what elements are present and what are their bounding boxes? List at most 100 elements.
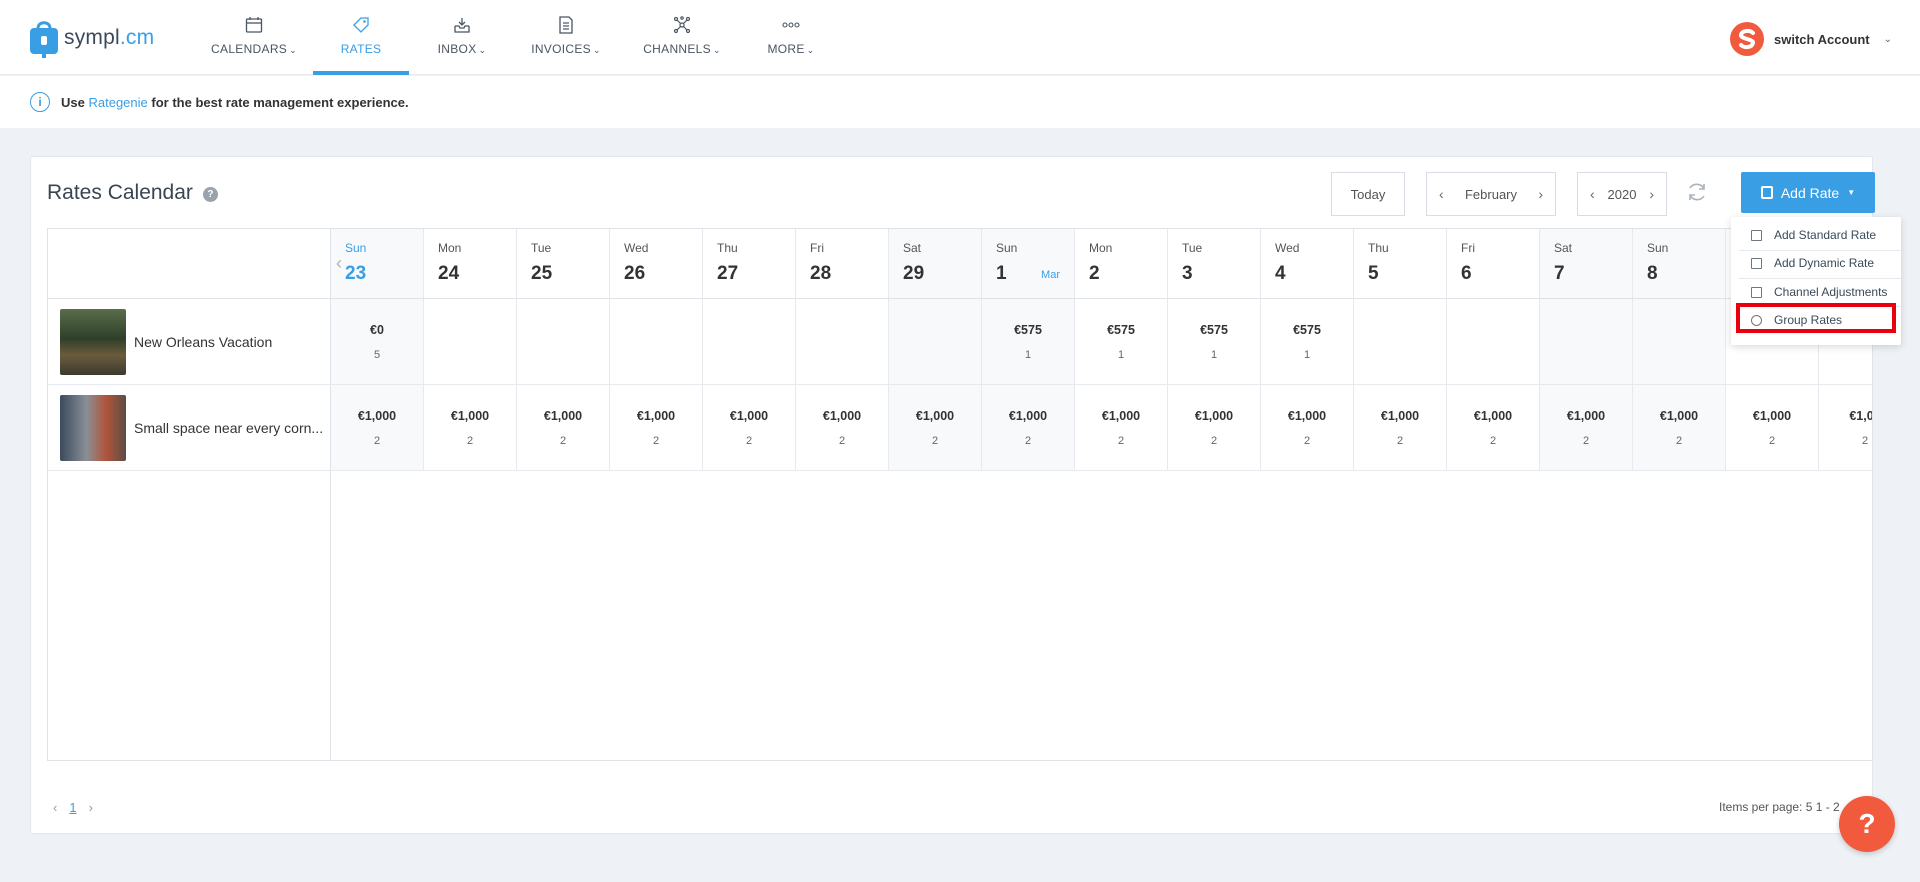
rate-cell[interactable]: €0 5 bbox=[331, 299, 424, 385]
rate-cell[interactable]: €1,000 2 bbox=[1726, 385, 1819, 471]
day-header[interactable]: Tue 3 bbox=[1168, 229, 1261, 299]
page-title: Rates Calendar ? bbox=[47, 181, 218, 205]
weekday-label: Mon bbox=[1089, 241, 1113, 255]
add-standard-rate-item[interactable]: Add Standard Rate bbox=[1731, 221, 1901, 249]
nav-calendars[interactable]: CALENDARS ⌄ bbox=[211, 0, 297, 75]
weekday-label: Sun bbox=[996, 241, 1018, 255]
day-number: 26 bbox=[624, 263, 646, 284]
page-number[interactable]: 1 bbox=[69, 800, 76, 815]
day-header[interactable]: Sat 7 bbox=[1540, 229, 1633, 299]
refresh-icon[interactable] bbox=[1686, 181, 1710, 205]
rate-cell[interactable] bbox=[1633, 299, 1726, 385]
rate-cell[interactable]: €575 1 bbox=[1075, 299, 1168, 385]
day-header[interactable]: Mon 24 bbox=[424, 229, 517, 299]
rate-cell[interactable] bbox=[889, 299, 982, 385]
rate-cell[interactable]: €575 1 bbox=[982, 299, 1075, 385]
rate-price: €1,000 bbox=[729, 409, 769, 423]
rate-cell[interactable]: €1,000 2 bbox=[1633, 385, 1726, 471]
help-fab-button[interactable]: ? bbox=[1839, 796, 1895, 852]
add-rate-button[interactable]: Add Rate ▼ bbox=[1741, 172, 1875, 213]
adjustments-icon bbox=[1751, 286, 1762, 298]
day-header[interactable]: Wed 26 bbox=[610, 229, 703, 299]
day-header[interactable]: Sat 29 bbox=[889, 229, 982, 299]
rate-cell[interactable] bbox=[1447, 299, 1540, 385]
empty-column-area bbox=[982, 471, 1075, 760]
day-header[interactable]: Mon 2 bbox=[1075, 229, 1168, 299]
prev-year-chevron-icon[interactable]: ‹ bbox=[1590, 186, 1595, 202]
rate-cell[interactable]: €1,000 2 bbox=[796, 385, 889, 471]
brand-logo[interactable]: sympl.cm bbox=[30, 16, 154, 60]
rate-cell[interactable] bbox=[424, 299, 517, 385]
next-month-chevron-icon[interactable]: › bbox=[1538, 186, 1543, 202]
nav-invoices[interactable]: INVOICES ⌄ bbox=[531, 0, 601, 75]
rate-cell[interactable]: €1,000 2 bbox=[703, 385, 796, 471]
rate-cell[interactable] bbox=[1354, 299, 1447, 385]
day-header[interactable]: Fri 28 bbox=[796, 229, 889, 299]
weekday-label: Wed bbox=[624, 241, 649, 255]
rate-cell[interactable] bbox=[703, 299, 796, 385]
day-number: 2 bbox=[1089, 263, 1100, 284]
page-title-text: Rates Calendar bbox=[47, 181, 193, 204]
day-header[interactable]: Tue 25 bbox=[517, 229, 610, 299]
day-header[interactable]: Sun 23 bbox=[331, 229, 424, 299]
property-column: New Orleans Vacation Small space near ev… bbox=[48, 229, 331, 760]
channel-adjustments-item[interactable]: Channel Adjustments bbox=[1731, 278, 1901, 306]
rate-cell[interactable]: €1,000 2 bbox=[1540, 385, 1633, 471]
add-dynamic-rate-item[interactable]: Add Dynamic Rate bbox=[1731, 249, 1901, 277]
nav-invoices-label: INVOICES bbox=[531, 42, 591, 56]
property-row[interactable]: Small space near every corn... bbox=[48, 385, 331, 471]
rate-cell[interactable]: €1,000 2 bbox=[517, 385, 610, 471]
nav-more[interactable]: MORE ⌄ bbox=[767, 0, 815, 75]
rate-cell[interactable]: €1,000 2 bbox=[1168, 385, 1261, 471]
nav-channels[interactable]: CHANNELS ⌄ bbox=[643, 0, 721, 75]
rate-cell[interactable] bbox=[1540, 299, 1633, 385]
rate-price: €0 bbox=[370, 323, 384, 337]
day-header[interactable]: Wed 4 bbox=[1261, 229, 1354, 299]
rate-cell[interactable]: €1,000 2 bbox=[424, 385, 517, 471]
rate-cell[interactable]: €1,000 2 bbox=[610, 385, 703, 471]
day-number: 29 bbox=[903, 263, 925, 284]
rate-cell[interactable]: €1,000 2 bbox=[1261, 385, 1354, 471]
rate-cell[interactable]: €575 1 bbox=[1168, 299, 1261, 385]
rate-cell[interactable]: €1,000 2 bbox=[1075, 385, 1168, 471]
rate-cell[interactable]: €1,000 2 bbox=[331, 385, 424, 471]
empty-column-area bbox=[1075, 471, 1168, 760]
rate-availability: 1 bbox=[1024, 349, 1032, 361]
notice-suffix: for the best rate management experience. bbox=[151, 94, 409, 110]
nav-inbox[interactable]: INBOX ⌄ bbox=[438, 0, 486, 75]
rate-cell[interactable]: €1,00 2 bbox=[1819, 385, 1872, 471]
account-switcher[interactable]: switch Account ⌄ bbox=[1730, 22, 1892, 56]
prev-page-chevron-icon[interactable]: ‹ bbox=[53, 800, 57, 815]
rate-availability: 2 bbox=[1024, 435, 1032, 447]
rate-cell[interactable] bbox=[517, 299, 610, 385]
day-header[interactable]: Thu 27 bbox=[703, 229, 796, 299]
rate-cell[interactable]: €575 1 bbox=[1261, 299, 1354, 385]
day-header[interactable]: Sun 8 bbox=[1633, 229, 1726, 299]
property-row[interactable]: New Orleans Vacation bbox=[48, 299, 331, 385]
empty-column-area bbox=[1819, 471, 1872, 760]
rate-cell[interactable]: €1,000 2 bbox=[982, 385, 1075, 471]
next-page-chevron-icon[interactable]: › bbox=[89, 800, 93, 815]
day-header[interactable]: Thu 5 bbox=[1354, 229, 1447, 299]
rate-cell[interactable]: €1,000 2 bbox=[889, 385, 982, 471]
help-icon[interactable]: ? bbox=[202, 187, 218, 202]
day-number: 27 bbox=[717, 263, 739, 284]
year-selector: ‹ 2020 › bbox=[1577, 172, 1667, 216]
rategenie-link[interactable]: Rategenie bbox=[88, 95, 147, 110]
day-header[interactable]: Sun 1 Mar bbox=[982, 229, 1075, 299]
prev-days-chevron-icon[interactable]: ‹ bbox=[336, 253, 342, 274]
next-year-chevron-icon[interactable]: › bbox=[1649, 186, 1654, 202]
rate-cell[interactable]: €1,000 2 bbox=[1447, 385, 1540, 471]
rate-cell[interactable]: €1,000 2 bbox=[1354, 385, 1447, 471]
rate-availability: 1 bbox=[1303, 349, 1311, 361]
empty-column-area bbox=[1633, 471, 1726, 760]
day-header[interactable]: Fri 6 bbox=[1447, 229, 1540, 299]
day-number: 3 bbox=[1182, 263, 1193, 284]
nav-rates[interactable]: RATES bbox=[313, 0, 409, 75]
month-marker: Mar bbox=[1041, 269, 1060, 281]
rate-cell[interactable] bbox=[610, 299, 703, 385]
prev-month-chevron-icon[interactable]: ‹ bbox=[1439, 186, 1444, 202]
rate-availability: 2 bbox=[745, 435, 753, 447]
today-button[interactable]: Today bbox=[1331, 172, 1405, 216]
rate-cell[interactable] bbox=[796, 299, 889, 385]
